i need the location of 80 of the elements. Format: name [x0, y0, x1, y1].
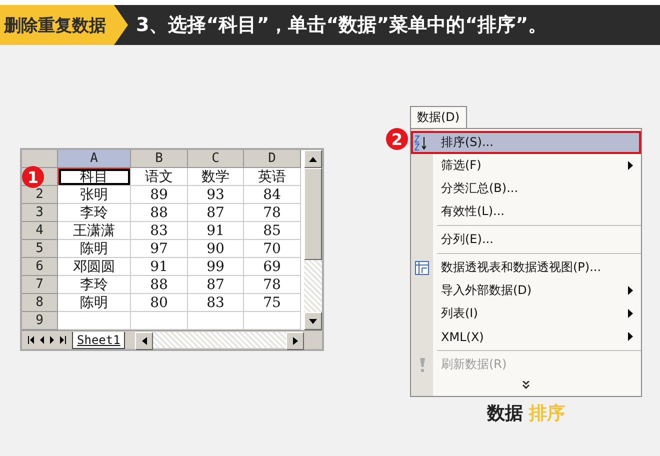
submenu-arrow-icon — [628, 332, 633, 341]
menu-item[interactable]: XML(X) — [411, 325, 641, 348]
table-cell: 83 — [131, 222, 188, 240]
column-header[interactable]: B — [131, 150, 188, 168]
menu-item[interactable]: 筛选(F) — [411, 154, 641, 177]
table-cell: 87 — [188, 276, 244, 294]
table-cell: 89 — [131, 186, 188, 204]
row-header[interactable]: 2 — [22, 186, 58, 204]
table-cell: 83 — [188, 294, 244, 312]
table-cell: 91 — [188, 222, 244, 240]
table-cell: 李玲 — [58, 276, 131, 294]
table-cell: 李玲 — [58, 204, 131, 222]
table-cell: 78 — [244, 204, 301, 222]
row-header[interactable]: 4 — [22, 222, 58, 240]
table-cell: 陈明 — [58, 240, 131, 258]
table-cell: 英语 — [244, 168, 301, 186]
table-cell: 88 — [131, 276, 188, 294]
column-header[interactable]: D — [244, 150, 301, 168]
expand-chevron-icon[interactable] — [522, 381, 530, 389]
submenu-arrow-icon — [628, 286, 633, 295]
row-header[interactable]: 7 — [22, 276, 58, 294]
next-sheet-icon[interactable] — [50, 336, 54, 344]
sheet-tab[interactable]: Sheet1 — [72, 332, 126, 348]
table-cell: 99 — [188, 258, 244, 276]
table-cell: 邓圆圆 — [58, 258, 131, 276]
select-all-corner[interactable] — [22, 150, 58, 168]
table-cell: 97 — [131, 240, 188, 258]
table-cell: 数学 — [188, 168, 244, 186]
menu-title[interactable]: 数据(D) — [410, 106, 467, 128]
menu-item[interactable]: 数据透视表和数据透视图(P)... — [411, 256, 641, 279]
table-cell: 75 — [244, 294, 301, 312]
table-cell: 88 — [131, 204, 188, 222]
pivot-table-icon — [415, 260, 429, 274]
exclamation-icon — [420, 358, 424, 372]
table-cell: 93 — [188, 186, 244, 204]
menu-item[interactable]: 列表(I) — [411, 302, 641, 325]
down-triangle-icon — [309, 318, 317, 324]
step-instruction: 3、选择“科目”，单击“数据”菜单中的“排序”。 — [136, 13, 548, 38]
table-cell: 85 — [244, 222, 301, 240]
row-header[interactable]: 9 — [22, 312, 58, 330]
last-sheet-icon[interactable] — [60, 336, 66, 344]
scroll-left-button[interactable] — [135, 332, 154, 350]
menu-item[interactable]: 分列(E)... — [411, 228, 641, 251]
table-cell: 语文 — [131, 168, 188, 186]
table-cell: 张明 — [58, 186, 131, 204]
scrollbar-thumb[interactable] — [304, 168, 322, 260]
row-header[interactable]: 6 — [22, 258, 58, 276]
scroll-up-button[interactable] — [304, 150, 322, 168]
row-header[interactable]: 8 — [22, 294, 58, 312]
row-header[interactable]: 5 — [22, 240, 58, 258]
submenu-arrow-icon — [628, 161, 633, 170]
previous-sheet-icon[interactable] — [40, 336, 44, 344]
submenu-arrow-icon — [628, 309, 633, 318]
table-cell: 87 — [188, 204, 244, 222]
table-cell: 陈明 — [58, 294, 131, 312]
table-cell: 70 — [244, 240, 301, 258]
table-cell: 69 — [244, 258, 301, 276]
left-triangle-icon — [142, 337, 147, 345]
caption-text: 数据 — [487, 402, 523, 425]
column-header[interactable]: C — [188, 150, 244, 168]
scroll-down-button[interactable] — [304, 312, 322, 330]
right-triangle-icon — [292, 337, 298, 345]
table-cell: 84 — [244, 186, 301, 204]
table-cell: 80 — [131, 294, 188, 312]
column-header[interactable]: A — [58, 150, 131, 168]
menu-item[interactable]: 导入外部数据(D) — [411, 279, 641, 302]
menu-item[interactable]: 有效性(L)... — [411, 200, 641, 223]
table-cell: 78 — [244, 276, 301, 294]
row-header[interactable]: 3 — [22, 204, 58, 222]
table-cell: 91 — [131, 258, 188, 276]
menu-item[interactable]: 排序(S)... — [411, 131, 641, 154]
scroll-right-button[interactable] — [286, 332, 304, 350]
step-marker: 2 — [386, 128, 408, 150]
table-cell: 90 — [188, 240, 244, 258]
table-cell: 王潇潇 — [58, 222, 131, 240]
first-sheet-icon[interactable] — [28, 336, 34, 344]
up-triangle-icon — [309, 156, 317, 162]
section-label: 删除重复数据 — [0, 5, 128, 45]
menu-item[interactable]: 分类汇总(B)... — [411, 177, 641, 200]
caption-text: 排序 — [529, 402, 565, 425]
